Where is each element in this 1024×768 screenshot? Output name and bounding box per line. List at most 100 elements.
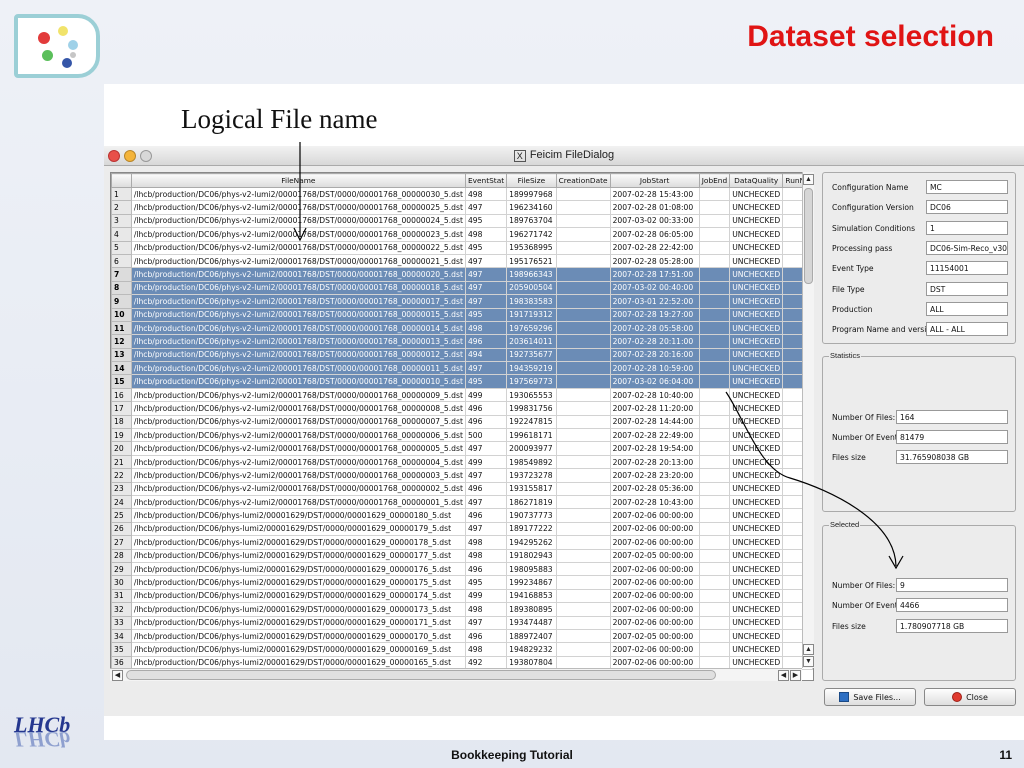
table-row[interactable]: 31/lhcb/production/DC06/phys-lumi2/00001… — [111, 588, 813, 604]
table-cell[interactable]: 194168853 — [506, 588, 557, 604]
table-cell[interactable]: 495 — [464, 213, 508, 229]
table-cell[interactable]: 497 — [464, 200, 508, 215]
table-cell[interactable] — [698, 320, 731, 336]
table-cell[interactable] — [698, 508, 731, 523]
table-row[interactable]: 1/lhcb/production/DC06/phys-v2-lumi2/000… — [111, 186, 813, 202]
table-cell[interactable]: 189997968 — [506, 186, 557, 202]
table-cell[interactable] — [698, 374, 731, 389]
table-cell[interactable]: 498 — [464, 548, 508, 563]
table-cell[interactable]: 192735677 — [506, 347, 557, 363]
scroll-thumb[interactable] — [804, 188, 813, 284]
scroll-left-icon-right[interactable]: ◀ — [778, 670, 789, 681]
table-row[interactable]: 32/lhcb/production/DC06/phys-lumi2/00001… — [111, 602, 813, 617]
table-cell[interactable] — [698, 401, 731, 416]
table-cell[interactable] — [698, 200, 731, 215]
table-cell[interactable]: 2007-02-28 15:43:00 — [609, 186, 700, 202]
table-cell[interactable]: 2007-02-06 00:00:00 — [609, 588, 700, 604]
table-cell[interactable]: UNCHECKED — [729, 414, 784, 430]
table-cell[interactable]: 203614011 — [506, 334, 557, 349]
table-cell[interactable]: /lhcb/production/DC06/phys-lumi2/0000162… — [130, 615, 466, 630]
table-cell[interactable]: UNCHECKED — [729, 294, 784, 309]
row-number-cell[interactable]: 20 — [111, 441, 132, 456]
table-cell[interactable] — [555, 387, 611, 403]
table-row[interactable]: 2/lhcb/production/DC06/phys-v2-lumi2/000… — [111, 200, 813, 215]
config-field[interactable]: 11154001 — [926, 261, 1008, 276]
table-cell[interactable]: 497 — [464, 280, 508, 296]
row-number-cell[interactable]: 23 — [111, 481, 132, 496]
table-cell[interactable]: UNCHECKED — [729, 521, 784, 537]
table-cell[interactable]: 195368995 — [506, 240, 557, 255]
table-cell[interactable]: 2007-02-28 20:11:00 — [609, 334, 700, 349]
row-number-cell[interactable]: 16 — [111, 387, 132, 403]
config-field[interactable]: DC06-Sim-Reco_v30 — [926, 240, 1008, 255]
table-cell[interactable] — [698, 347, 731, 363]
table-row[interactable]: 11/lhcb/production/DC06/phys-v2-lumi2/00… — [111, 320, 813, 336]
table-cell[interactable]: /lhcb/production/DC06/phys-v2-lumi2/0000… — [130, 441, 466, 456]
table-cell[interactable]: 198549892 — [506, 454, 557, 470]
table-cell[interactable]: 194829232 — [506, 642, 557, 657]
table-cell[interactable]: 189380895 — [506, 602, 557, 617]
table-cell[interactable] — [555, 588, 611, 604]
table-cell[interactable]: /lhcb/production/DC06/phys-v2-lumi2/0000… — [130, 481, 466, 496]
table-cell[interactable]: 2007-03-02 00:33:00 — [609, 213, 700, 229]
table-cell[interactable] — [555, 200, 611, 215]
row-number-cell[interactable]: 28 — [111, 548, 132, 563]
table-cell[interactable] — [555, 401, 611, 416]
config-field[interactable]: DST — [926, 281, 1008, 296]
table-cell[interactable]: /lhcb/production/DC06/phys-v2-lumi2/0000… — [130, 227, 466, 242]
table-row[interactable]: 24/lhcb/production/DC06/phys-v2-lumi2/00… — [111, 494, 813, 510]
table-cell[interactable]: 496 — [464, 561, 508, 577]
table-cell[interactable]: /lhcb/production/DC06/phys-v2-lumi2/0000… — [130, 200, 466, 215]
table-cell[interactable]: UNCHECKED — [729, 575, 784, 590]
table-cell[interactable]: 196234160 — [506, 200, 557, 215]
table-cell[interactable]: 496 — [464, 481, 508, 496]
file-table[interactable]: FileName EventStat FileSize CreationDate Job… — [110, 172, 814, 681]
table-cell[interactable]: 2007-02-05 00:00:00 — [609, 548, 700, 563]
table-cell[interactable]: UNCHECKED — [729, 548, 784, 563]
row-number-cell[interactable]: 7 — [111, 267, 132, 282]
table-cell[interactable] — [555, 186, 611, 202]
table-cell[interactable]: 205900504 — [506, 280, 557, 296]
table-cell[interactable]: /lhcb/production/DC06/phys-lumi2/0000162… — [130, 628, 466, 644]
table-cell[interactable]: 190737773 — [506, 508, 557, 523]
row-number-cell[interactable]: 32 — [111, 602, 132, 617]
table-cell[interactable]: 496 — [464, 401, 508, 416]
table-cell[interactable] — [555, 561, 611, 577]
config-field[interactable]: ALL — [926, 301, 1008, 316]
save-files-button[interactable]: Save Files... — [824, 688, 916, 706]
table-cell[interactable]: 198966343 — [506, 267, 557, 282]
table-cell[interactable]: 197569773 — [506, 374, 557, 389]
config-field[interactable]: 1 — [926, 220, 1008, 235]
table-cell[interactable]: 496 — [464, 508, 508, 523]
table-row[interactable]: 15/lhcb/production/DC06/phys-v2-lumi2/00… — [111, 374, 813, 389]
row-number-cell[interactable]: 26 — [111, 521, 132, 537]
table-cell[interactable]: UNCHECKED — [729, 401, 784, 416]
table-cell[interactable] — [555, 535, 611, 550]
table-cell[interactable]: UNCHECKED — [729, 267, 784, 282]
table-row[interactable]: 26/lhcb/production/DC06/phys-lumi2/00001… — [111, 521, 813, 537]
table-cell[interactable]: UNCHECKED — [729, 227, 784, 242]
table-cell[interactable]: 2007-02-06 00:00:00 — [609, 575, 700, 590]
table-cell[interactable] — [555, 454, 611, 470]
table-cell[interactable]: UNCHECKED — [729, 253, 784, 269]
table-cell[interactable]: 2007-02-28 05:36:00 — [609, 481, 700, 496]
table-row[interactable]: 19/lhcb/production/DC06/phys-v2-lumi2/00… — [111, 428, 813, 443]
table-row[interactable]: 16/lhcb/production/DC06/phys-v2-lumi2/00… — [111, 387, 813, 403]
table-row[interactable]: 18/lhcb/production/DC06/phys-v2-lumi2/00… — [111, 414, 813, 430]
table-cell[interactable]: UNCHECKED — [729, 307, 784, 322]
table-cell[interactable]: 195176521 — [506, 253, 557, 269]
table-cell[interactable]: /lhcb/production/DC06/phys-v2-lumi2/0000… — [130, 307, 466, 322]
table-horizontal-scrollbar[interactable]: ◀ ◀ ▶ — [110, 668, 802, 681]
table-cell[interactable]: UNCHECKED — [729, 561, 784, 577]
table-cell[interactable]: 498 — [464, 602, 508, 617]
column-header[interactable]: JobEnd — [698, 173, 731, 188]
table-row[interactable]: 20/lhcb/production/DC06/phys-v2-lumi2/00… — [111, 441, 813, 456]
table-cell[interactable]: UNCHECKED — [729, 468, 784, 483]
table-cell[interactable]: 2007-02-28 22:49:00 — [609, 428, 700, 443]
row-number-cell[interactable]: 11 — [111, 320, 132, 336]
table-cell[interactable]: 498 — [464, 535, 508, 550]
table-cell[interactable] — [698, 213, 731, 229]
table-cell[interactable]: 495 — [464, 575, 508, 590]
table-cell[interactable]: 497 — [464, 361, 508, 376]
table-cell[interactable]: 2007-02-28 10:43:00 — [609, 494, 700, 510]
